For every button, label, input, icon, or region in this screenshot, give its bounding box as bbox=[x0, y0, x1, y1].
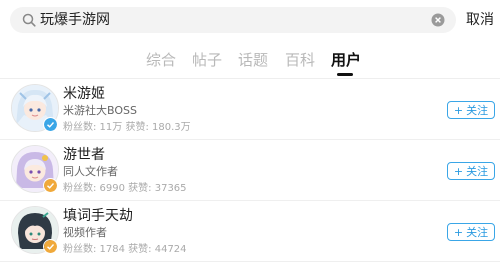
verified-badge-icon bbox=[43, 239, 58, 254]
search-input[interactable]: 玩爆手游网 bbox=[10, 7, 456, 33]
user-name[interactable]: 填词手天劫 bbox=[63, 208, 133, 225]
plus-icon: + bbox=[453, 226, 464, 239]
tab-topics[interactable]: 话题 bbox=[238, 50, 268, 70]
tab-bar: 综合 帖子 话题 百科 用户 bbox=[0, 42, 500, 79]
plus-icon: + bbox=[453, 104, 464, 117]
tab-users[interactable]: 用户 bbox=[331, 50, 361, 70]
follow-button[interactable]: + 关注 bbox=[447, 223, 495, 241]
user-description: 米游社大BOSS bbox=[63, 104, 137, 117]
user-row[interactable]: 填词手天劫 视频作者 粉丝数: 1784 获赞: 44724 + 关注 bbox=[0, 201, 500, 262]
user-stats: 粉丝数: 11万 获赞: 180.3万 bbox=[63, 122, 191, 133]
clear-icon[interactable] bbox=[431, 13, 445, 27]
tab-wiki[interactable]: 百科 bbox=[285, 50, 315, 70]
user-description: 视频作者 bbox=[63, 226, 107, 239]
user-stats: 粉丝数: 1784 获赞: 44724 bbox=[63, 244, 187, 255]
user-stats: 粉丝数: 6990 获赞: 37365 bbox=[63, 183, 187, 194]
user-list: 米游姬 米游社大BOSS 粉丝数: 11万 获赞: 180.3万 + 关注 游世者 bbox=[0, 79, 500, 262]
tab-posts[interactable]: 帖子 bbox=[192, 50, 222, 70]
user-row[interactable]: 游世者 同人文作者 粉丝数: 6990 获赞: 37365 + 关注 bbox=[0, 140, 500, 201]
search-icon bbox=[22, 13, 36, 27]
user-row[interactable]: 米游姬 米游社大BOSS 粉丝数: 11万 获赞: 180.3万 + 关注 bbox=[0, 79, 500, 140]
verified-badge-icon bbox=[43, 117, 58, 132]
user-name[interactable]: 游世者 bbox=[63, 147, 105, 164]
follow-label: 关注 bbox=[466, 165, 489, 178]
user-name[interactable]: 米游姬 bbox=[63, 86, 105, 103]
follow-label: 关注 bbox=[466, 104, 489, 117]
search-query: 玩爆手游网 bbox=[40, 12, 110, 28]
follow-button[interactable]: + 关注 bbox=[447, 162, 495, 180]
cancel-button[interactable]: 取消 bbox=[466, 10, 494, 30]
follow-label: 关注 bbox=[466, 226, 489, 239]
user-description: 同人文作者 bbox=[63, 165, 118, 178]
verified-badge-icon bbox=[43, 178, 58, 193]
active-tab-indicator bbox=[337, 73, 353, 76]
tab-comprehensive[interactable]: 综合 bbox=[146, 50, 176, 70]
follow-button[interactable]: + 关注 bbox=[447, 101, 495, 119]
plus-icon: + bbox=[453, 165, 464, 178]
top-bar: 玩爆手游网 取消 bbox=[0, 0, 500, 40]
